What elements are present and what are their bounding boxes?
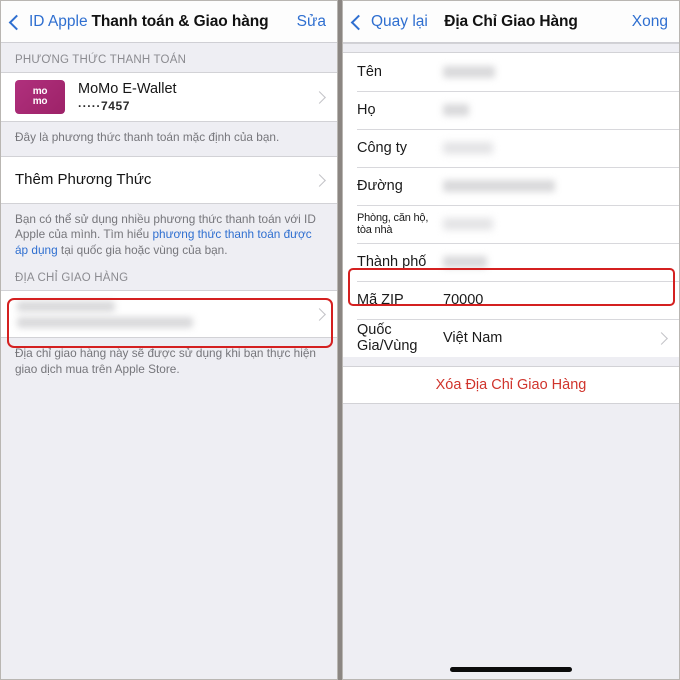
address-field-row[interactable]: Quốc Gia/Vùng Việt Nam xyxy=(343,319,679,357)
address-field-row[interactable]: Họ xyxy=(343,91,679,129)
payment-info-footnote: Bạn có thể sử dụng nhiều phương thức tha… xyxy=(1,204,337,269)
add-payment-method-label: Thêm Phương Thức xyxy=(15,171,152,188)
screenshot-frame: ID Apple Thanh toán & Giao hàng Sửa PHƯƠ… xyxy=(0,0,680,680)
payment-method-row[interactable]: mo mo MoMo E-Wallet ·····7457 xyxy=(1,73,337,121)
form-top-gap xyxy=(343,43,679,53)
edit-button[interactable]: Sửa xyxy=(297,13,326,31)
momo-logo-line-2: mo xyxy=(32,96,48,107)
chevron-right-icon xyxy=(313,91,326,104)
address-field-redacted-value xyxy=(443,256,487,268)
momo-logo-icon: mo mo xyxy=(15,80,65,114)
address-field-label: Tên xyxy=(357,64,382,80)
address-field-label: Họ xyxy=(357,102,376,118)
address-field-redacted-value xyxy=(443,218,493,230)
left-phone-screen: ID Apple Thanh toán & Giao hàng Sửa PHƯƠ… xyxy=(0,0,338,680)
home-indicator xyxy=(450,667,572,672)
address-field-redacted-value xyxy=(443,142,493,154)
left-navbar: ID Apple Thanh toán & Giao hàng Sửa xyxy=(1,1,337,43)
chevron-right-icon xyxy=(313,173,326,187)
payment-method-name: MoMo E-Wallet xyxy=(78,80,177,97)
address-field-label: Đường xyxy=(357,178,403,194)
shipping-address-card xyxy=(1,290,337,338)
address-field-row[interactable]: Đường xyxy=(343,167,679,205)
shipping-address-row[interactable] xyxy=(1,291,337,337)
address-field-redacted-value xyxy=(443,104,469,116)
redacted-line xyxy=(17,300,115,312)
right-phone-screen: Quay lại Địa Chỉ Giao Hàng Xong Tên Họ Côn… xyxy=(342,0,680,680)
address-field-row[interactable]: Công ty xyxy=(343,129,679,167)
address-field-label: Công ty xyxy=(357,140,407,156)
payment-section-header: PHƯƠNG THỨC THANH TOÁN xyxy=(15,54,187,66)
redacted-line xyxy=(17,316,193,328)
delete-shipping-address-button[interactable]: Xóa Địa Chỉ Giao Hàng xyxy=(343,366,679,404)
address-form: Tên Họ Công ty Đường Phòng, căn hộ, tòa nhà T… xyxy=(343,53,679,357)
shipping-address-footnote: Địa chỉ giao hàng này sẽ được sử dụng kh… xyxy=(15,346,316,376)
chevron-right-icon xyxy=(313,308,326,321)
shipping-address-redacted-value xyxy=(15,300,193,328)
address-field-label: Quốc Gia/Vùng xyxy=(357,322,418,354)
chevron-right-icon xyxy=(655,332,668,345)
address-field-redacted-value xyxy=(443,66,495,78)
address-field-value: Việt Nam xyxy=(443,330,503,346)
delete-shipping-address-label: Xóa Địa Chỉ Giao Hàng xyxy=(435,377,587,393)
add-method-card: Thêm Phương Thức xyxy=(1,155,337,204)
address-field-row[interactable]: Thành phố xyxy=(343,243,679,281)
right-page-title: Địa Chỉ Giao Hàng xyxy=(444,12,578,30)
payment-method-masked-number: ·····7457 xyxy=(78,98,131,113)
done-button[interactable]: Xong xyxy=(632,13,668,31)
address-field-row[interactable]: Mã ZIP 70000 xyxy=(343,281,679,319)
address-field-row[interactable]: Tên xyxy=(343,53,679,91)
right-navbar: Quay lại Địa Chỉ Giao Hàng Xong xyxy=(343,1,679,43)
address-field-redacted-value xyxy=(443,180,555,192)
address-field-label: Phòng, căn hộ, tòa nhà xyxy=(357,212,429,236)
address-field-label: Thành phố xyxy=(357,254,427,270)
left-page-title: Thanh toán & Giao hàng xyxy=(91,12,269,30)
payment-info-suffix: tại quốc gia hoặc vùng của bạn. xyxy=(57,242,228,257)
default-payment-footnote: Đây là phương thức thanh toán mặc định c… xyxy=(15,130,280,144)
address-field-value: 70000 xyxy=(443,292,484,308)
payment-method-card: mo mo MoMo E-Wallet ·····7457 xyxy=(1,72,337,122)
shipping-section-header: ĐỊA CHỈ GIAO HÀNG xyxy=(15,272,129,284)
add-payment-method-row[interactable]: Thêm Phương Thức xyxy=(1,156,337,203)
address-field-row[interactable]: Phòng, căn hộ, tòa nhà xyxy=(343,205,679,243)
address-field-label: Mã ZIP xyxy=(357,292,404,308)
payment-method-text: MoMo E-Wallet ·····7457 xyxy=(78,81,177,114)
